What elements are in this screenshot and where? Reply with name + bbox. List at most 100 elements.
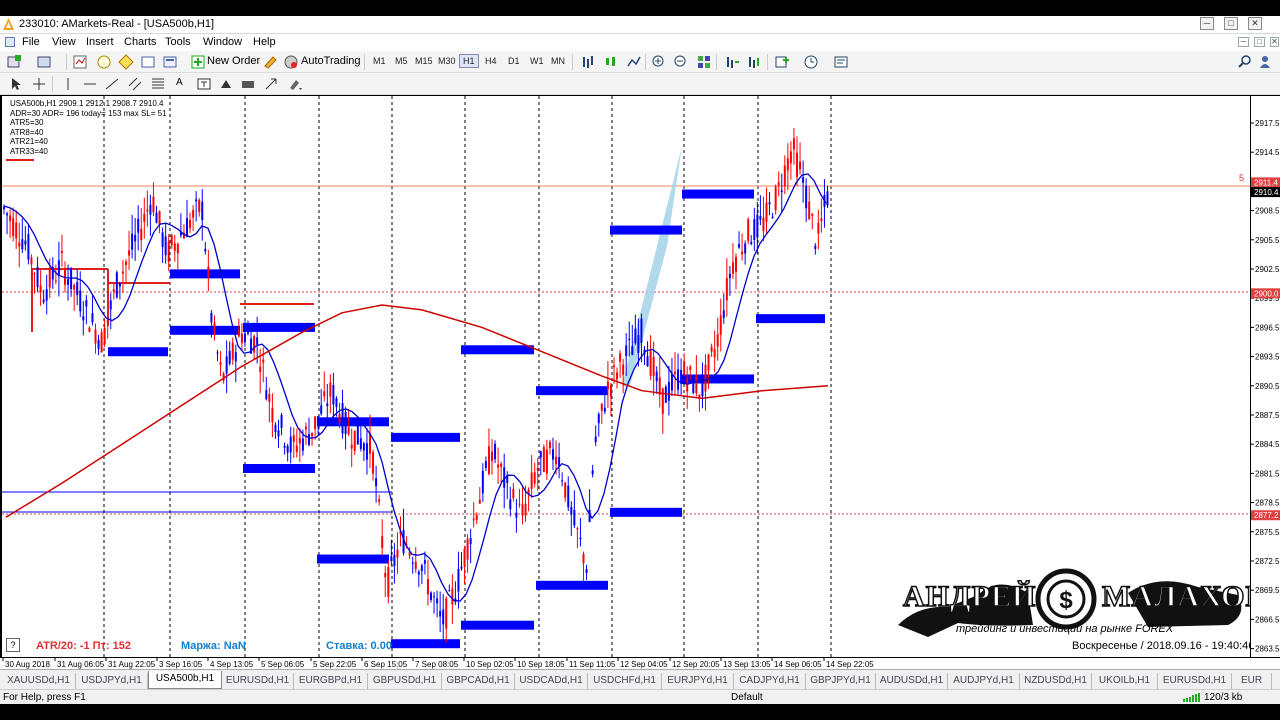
community-icon[interactable] (1259, 54, 1275, 70)
text-label-icon[interactable] (196, 76, 212, 92)
candle-body (719, 315, 722, 335)
timeframe-m30[interactable]: M30 (438, 56, 456, 66)
horizontal-line-icon[interactable] (82, 76, 98, 92)
chart-tab[interactable]: XAUUSDd,H1 (2, 673, 76, 690)
new-order-icon[interactable] (190, 54, 206, 70)
chart-tab[interactable]: GBPCADd,H1 (442, 673, 515, 690)
chart-shift-icon[interactable] (724, 54, 740, 70)
standard-toolbar: New Order AutoTrading M1 M5 M15 M30 H1 H… (0, 51, 1280, 73)
time-scale[interactable]: 30 Aug 2018 31 Aug 06:05 31 Aug 22:05 3 Sep… (0, 657, 1280, 669)
periods-icon[interactable] (803, 54, 819, 70)
line-chart-icon[interactable] (626, 54, 642, 70)
candle-body (186, 218, 188, 237)
chart-tab[interactable]: EUR (1232, 673, 1272, 690)
chart-tab[interactable]: EURUSDd,H1 (1158, 673, 1232, 690)
autotrading-icon[interactable] (283, 54, 299, 70)
equidistant-channel-icon[interactable] (127, 76, 143, 92)
candle-body (125, 261, 127, 266)
market-watch-icon[interactable] (72, 54, 88, 70)
search-icon[interactable] (1237, 54, 1253, 70)
help-button[interactable]: ? (6, 638, 20, 652)
chart-tab[interactable]: USDJPYd,H1 (76, 673, 148, 690)
price-scale[interactable]: 2917.52914.52911.42908.52905.52902.52899… (1250, 96, 1280, 657)
mdi-minimize-button[interactable]: ─ (1238, 37, 1249, 47)
menu-charts[interactable]: Charts (124, 36, 156, 48)
menu-file[interactable]: File (22, 36, 40, 48)
text-tool-icon[interactable]: A (176, 77, 183, 88)
price-chart[interactable]: USA500b,H1 2909.1 2912.1 2908.7 2910.4 A… (2, 96, 1250, 657)
tile-windows-icon[interactable] (696, 54, 712, 70)
timeframe-d1[interactable]: D1 (508, 56, 520, 66)
maximize-button[interactable]: □ (1224, 17, 1238, 30)
chart-tab[interactable]: UKOILb,H1 (1092, 673, 1158, 690)
chart-tab[interactable]: USDCHFd,H1 (588, 673, 662, 690)
menu-window[interactable]: Window (203, 36, 242, 48)
new-order-button[interactable]: New Order (207, 55, 260, 67)
chart-tab[interactable]: GBPUSDd,H1 (368, 673, 442, 690)
candle-body (195, 199, 198, 202)
candlestick-icon[interactable] (603, 54, 619, 70)
timeframe-h1[interactable]: H1 (459, 54, 479, 68)
tester-icon[interactable] (162, 54, 178, 70)
crosshair-icon[interactable] (31, 76, 47, 92)
terminal-icon[interactable] (140, 54, 156, 70)
candle-body (430, 592, 432, 600)
timeframe-m15[interactable]: M15 (415, 56, 433, 66)
blue-zone (536, 580, 608, 590)
navigator-icon[interactable] (118, 54, 134, 70)
menu-insert[interactable]: Insert (86, 36, 114, 48)
candle-body (359, 438, 362, 449)
timeframe-m5[interactable]: M5 (395, 56, 408, 66)
indicators-icon[interactable] (774, 54, 790, 70)
close-button[interactable]: ✕ (1248, 17, 1262, 30)
chart-tab[interactable]: EURGBPd,H1 (294, 673, 368, 690)
candle-body (39, 285, 42, 292)
chart-tab[interactable]: GBPJPYd,H1 (806, 673, 876, 690)
menu-tools[interactable]: Tools (165, 36, 191, 48)
timeframe-h4[interactable]: H4 (485, 56, 497, 66)
autotrading-button[interactable]: AutoTrading (301, 55, 361, 67)
menu-view[interactable]: View (52, 36, 76, 48)
metaeditor-icon[interactable] (262, 54, 278, 70)
candle-body (460, 566, 463, 569)
profiles-icon[interactable] (36, 54, 52, 70)
chart-tab[interactable]: AUDUSDd,H1 (876, 673, 948, 690)
vertical-line-icon[interactable] (60, 76, 76, 92)
chart-tab[interactable]: EURUSDd,H1 (222, 673, 294, 690)
candle-body (149, 204, 152, 215)
mdi-close-button[interactable]: ✕ (1270, 37, 1279, 47)
chart-tab[interactable]: USA500b,H1 (148, 671, 222, 689)
chart-tab[interactable]: EURJPYd,H1 (662, 673, 734, 690)
templates-icon[interactable] (833, 54, 849, 70)
chart-tab[interactable]: NZDUSDd,H1 (1020, 673, 1092, 690)
autoscroll-icon[interactable] (746, 54, 762, 70)
candle-body (103, 327, 106, 345)
arrow-icon[interactable] (263, 76, 279, 92)
new-chart-icon[interactable] (6, 54, 22, 70)
candle-body (225, 356, 228, 374)
zoom-in-icon[interactable] (651, 54, 667, 70)
minimize-button[interactable]: ─ (1200, 17, 1214, 30)
mdi-restore-button[interactable]: □ (1254, 37, 1265, 47)
timeframe-mn[interactable]: MN (551, 56, 565, 66)
chart-tab[interactable]: CADJPYd,H1 (734, 673, 806, 690)
candle-body (722, 310, 725, 319)
cursor-icon[interactable] (8, 76, 24, 92)
trendline-icon[interactable] (104, 76, 120, 92)
rectangle-icon[interactable] (240, 76, 256, 92)
timeframe-m1[interactable]: M1 (373, 56, 386, 66)
candle-body (91, 313, 94, 323)
fibonacci-icon[interactable] (150, 76, 166, 92)
candle-body (192, 210, 195, 218)
chart-tab[interactable]: USDCADd,H1 (515, 673, 588, 690)
data-window-icon[interactable] (96, 54, 112, 70)
candle-body (500, 463, 503, 467)
zoom-out-icon[interactable] (673, 54, 689, 70)
chart-tab[interactable]: AUDJPYd,H1 (948, 673, 1020, 690)
timeframe-w1[interactable]: W1 (530, 56, 544, 66)
bar-chart-icon[interactable] (580, 54, 596, 70)
status-bar: For Help, press F1 Default 120/3 kb (0, 689, 1280, 704)
arrow-up-icon[interactable] (218, 76, 234, 92)
more-tools-icon[interactable] (287, 76, 303, 92)
menu-help[interactable]: Help (253, 36, 276, 48)
